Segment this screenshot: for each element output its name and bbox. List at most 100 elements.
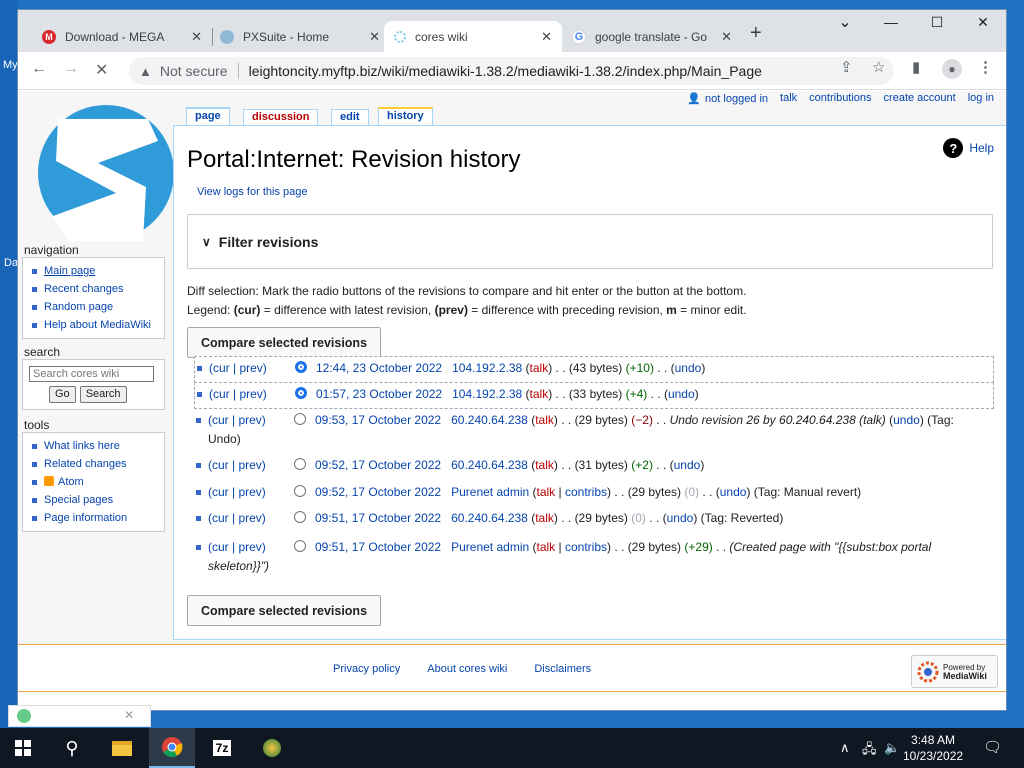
log-in-link[interactable]: log in: [968, 92, 994, 105]
tab-google-translate[interactable]: G google translate - Go ✕: [562, 21, 742, 52]
show-hidden-icons[interactable]: ∧: [840, 740, 850, 756]
create-account-link[interactable]: create account: [884, 92, 956, 105]
tool-link[interactable]: Atom: [58, 476, 84, 488]
cur-prev-links[interactable]: (cur | prev): [209, 359, 267, 378]
revision-radio[interactable]: [294, 511, 306, 523]
privacy-policy-link[interactable]: Privacy policy: [333, 663, 400, 675]
tab-discussion[interactable]: discussion: [243, 109, 319, 126]
help-label[interactable]: Help: [969, 141, 994, 155]
url-text[interactable]: leightoncity.myftp.biz/wiki/mediawiki-1.…: [249, 63, 762, 79]
tool-special-pages[interactable]: Special pages: [23, 491, 164, 509]
revision-user-link[interactable]: 104.192.2.38: [452, 361, 522, 375]
revision-radio[interactable]: [295, 387, 307, 399]
revision-user-link[interactable]: 60.240.64.238: [451, 458, 528, 472]
side-panel-icon[interactable]: ▮: [912, 58, 920, 76]
nav-help[interactable]: Help about MediaWiki: [23, 316, 164, 334]
user-talk-link[interactable]: talk: [537, 485, 556, 499]
search-button[interactable]: Search: [79, 386, 127, 403]
bookmark-star-icon[interactable]: ☆: [872, 58, 885, 76]
undo-link[interactable]: undo: [674, 458, 701, 472]
start-button[interactable]: [0, 728, 46, 768]
nav-main-page[interactable]: Main page: [23, 262, 164, 280]
back-icon[interactable]: ←: [31, 60, 47, 78]
tab-mega[interactable]: M Download - MEGA ✕: [32, 21, 212, 52]
profile-avatar-icon[interactable]: ●: [942, 59, 962, 79]
user-talk-link[interactable]: talk: [530, 387, 549, 401]
revision-timestamp-link[interactable]: 09:53, 17 October 2022: [315, 413, 441, 427]
user-contribs-link[interactable]: contribs: [565, 485, 607, 499]
revision-radio[interactable]: [295, 361, 307, 373]
undo-link[interactable]: undo: [668, 387, 695, 401]
cur-prev-links[interactable]: (cur | prev): [208, 483, 266, 502]
nav-link[interactable]: Main page: [44, 265, 95, 277]
tab-history[interactable]: history: [378, 107, 433, 126]
menu-dots-icon[interactable]: ⋮: [978, 58, 993, 76]
revision-user-link[interactable]: Purenet admin: [451, 540, 529, 554]
revision-user-link[interactable]: Purenet admin: [451, 485, 529, 499]
close-tab-icon[interactable]: ✕: [191, 29, 202, 45]
undo-link[interactable]: undo: [893, 413, 920, 427]
tool-what-links-here[interactable]: What links here: [23, 437, 164, 455]
new-tab-button[interactable]: +: [750, 22, 762, 45]
tool-link[interactable]: Special pages: [44, 494, 113, 506]
revision-user-link[interactable]: 60.240.64.238: [451, 511, 528, 525]
powered-by-mediawiki-badge[interactable]: Powered by MediaWiki: [911, 655, 998, 688]
view-logs-link[interactable]: View logs for this page: [197, 186, 307, 198]
revision-timestamp-link[interactable]: 09:51, 17 October 2022: [315, 511, 441, 525]
nav-link[interactable]: Random page: [44, 301, 113, 313]
user-talk-link[interactable]: talk: [535, 511, 554, 525]
warning-icon[interactable]: ▲: [139, 64, 152, 79]
not-logged-in-link[interactable]: not logged in: [705, 93, 768, 105]
desktop-icon-label[interactable]: My: [3, 59, 18, 71]
user-talk-link[interactable]: talk: [537, 540, 556, 554]
revision-user-link[interactable]: 60.240.64.238: [451, 413, 528, 427]
tool-page-information[interactable]: Page information: [23, 509, 164, 527]
system-clock[interactable]: 3:48 AM 10/23/2022: [903, 732, 963, 764]
network-app-icon[interactable]: [249, 728, 295, 768]
nav-recent-changes[interactable]: Recent changes: [23, 280, 164, 298]
network-icon[interactable]: 🖧: [862, 740, 877, 762]
nav-link[interactable]: Recent changes: [44, 283, 124, 295]
forward-icon[interactable]: →: [63, 60, 79, 78]
nav-link[interactable]: Help about MediaWiki: [44, 319, 151, 331]
security-label[interactable]: Not secure: [160, 63, 228, 79]
close-icon[interactable]: ✕: [124, 708, 134, 722]
close-tab-icon[interactable]: ✕: [369, 29, 380, 45]
help-link[interactable]: ? Help: [943, 138, 994, 158]
revision-timestamp-link[interactable]: 12:44, 23 October 2022: [316, 361, 442, 375]
undo-link[interactable]: undo: [667, 511, 694, 525]
close-tab-icon[interactable]: ✕: [721, 29, 732, 45]
close-tab-icon[interactable]: ✕: [541, 29, 552, 45]
user-talk-link[interactable]: talk: [535, 458, 554, 472]
tool-link[interactable]: Related changes: [44, 458, 127, 470]
nav-random-page[interactable]: Random page: [23, 298, 164, 316]
desktop-icon-label[interactable]: Da: [4, 257, 18, 269]
stop-loading-icon[interactable]: ✕: [95, 60, 108, 80]
revision-radio[interactable]: [294, 458, 306, 470]
user-talk-link[interactable]: talk: [535, 413, 554, 427]
share-icon[interactable]: ⇪: [840, 58, 853, 76]
tab-page[interactable]: page: [186, 107, 230, 126]
notification-popup[interactable]: ✕: [8, 705, 151, 727]
filter-revisions-toggle[interactable]: ∨ Filter revisions: [187, 214, 993, 269]
cur-prev-links[interactable]: (cur | prev): [208, 509, 266, 528]
tab-cores-wiki[interactable]: cores wiki ✕: [384, 21, 562, 52]
compare-revisions-button[interactable]: Compare selected revisions: [187, 327, 381, 358]
compare-revisions-button[interactable]: Compare selected revisions: [187, 595, 381, 626]
revision-radio[interactable]: [294, 485, 306, 497]
search-input[interactable]: Search cores wiki: [29, 366, 154, 382]
cur-prev-links[interactable]: (cur | prev): [208, 456, 266, 475]
tab-search-dropdown-icon[interactable]: ⌄: [822, 12, 868, 32]
search-icon[interactable]: ⚲: [49, 728, 95, 768]
address-bar[interactable]: ▲ Not secure leightoncity.myftp.biz/wiki…: [129, 57, 894, 85]
tool-link[interactable]: Page information: [44, 512, 127, 524]
7zip-icon[interactable]: 7z: [199, 728, 245, 768]
close-window-button[interactable]: ✕: [960, 14, 1006, 31]
tab-edit[interactable]: edit: [331, 109, 369, 126]
talk-link[interactable]: talk: [780, 92, 797, 105]
revision-timestamp-link[interactable]: 01:57, 23 October 2022: [316, 387, 442, 401]
revision-user-link[interactable]: 104.192.2.38: [452, 387, 522, 401]
undo-link[interactable]: undo: [720, 485, 747, 499]
file-explorer-icon[interactable]: [99, 728, 145, 768]
maximize-button[interactable]: ☐: [914, 14, 960, 31]
